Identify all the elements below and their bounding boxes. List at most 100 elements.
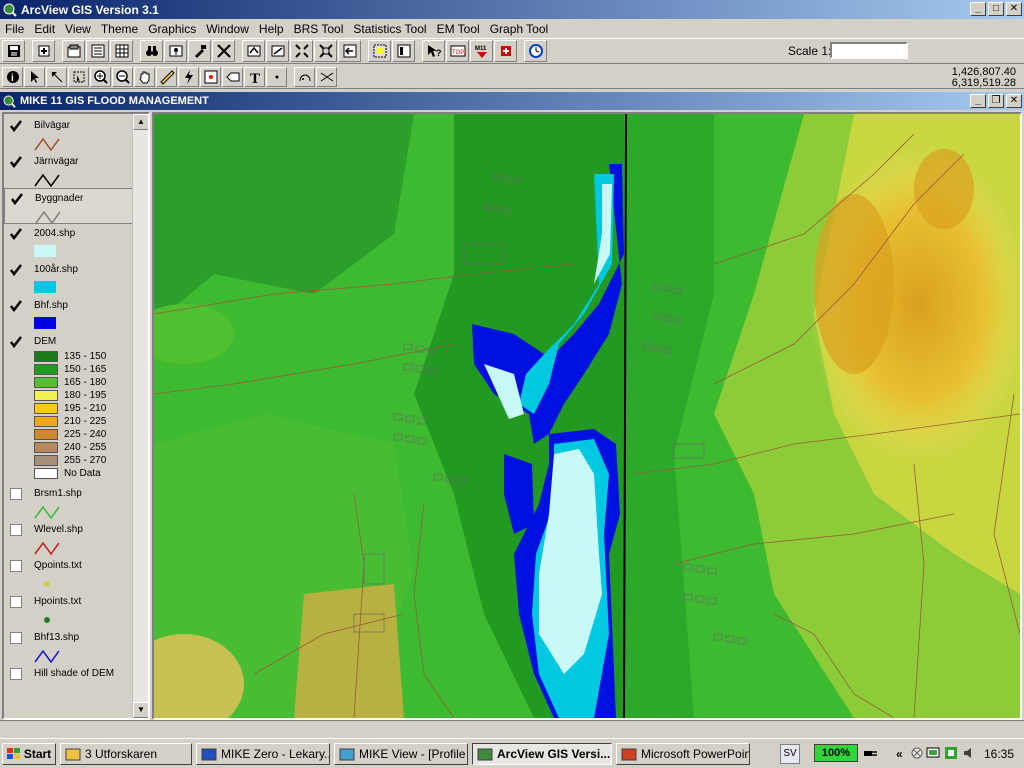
- text-tool[interactable]: T: [244, 66, 265, 87]
- start-button[interactable]: Start: [2, 742, 56, 765]
- clock-tool-button[interactable]: [524, 40, 547, 62]
- menu-brs-tool[interactable]: BRS Tool: [289, 22, 349, 36]
- legend-layer[interactable]: 100år.shp: [4, 260, 134, 296]
- draw-point-tool[interactable]: [266, 66, 287, 87]
- menu-theme[interactable]: Theme: [96, 22, 143, 36]
- tray-clock[interactable]: 16:35: [984, 747, 1014, 761]
- taskbar-button[interactable]: Microsoft PowerPoin...: [616, 742, 750, 765]
- zoom-out-tool[interactable]: [112, 66, 133, 87]
- add-theme-button[interactable]: [32, 40, 55, 62]
- tray-display-icon[interactable]: [926, 746, 940, 760]
- pointer-tool[interactable]: [24, 66, 45, 87]
- mike11-add-button[interactable]: [494, 40, 517, 62]
- taskbar-button[interactable]: MIKE View - [Profile ...: [334, 742, 468, 765]
- menu-help[interactable]: Help: [254, 22, 289, 36]
- save-project-button[interactable]: [2, 40, 25, 62]
- topo-tool-button[interactable]: TOPO: [446, 40, 469, 62]
- tray-app-icon[interactable]: [944, 746, 958, 760]
- vertex-edit-tool[interactable]: [46, 66, 67, 87]
- taskbar-button[interactable]: ArcView GIS Versi...: [472, 742, 612, 765]
- edit-legend-button[interactable]: [86, 40, 109, 62]
- zoom-in-tool[interactable]: [90, 66, 111, 87]
- label-tool[interactable]: [222, 66, 243, 87]
- menu-window[interactable]: Window: [201, 22, 254, 36]
- zoom-to-selected-button[interactable]: [266, 40, 289, 62]
- mike11-link-button[interactable]: M11: [470, 40, 493, 62]
- zoom-out-fixed-button[interactable]: [314, 40, 337, 62]
- layer-checkbox[interactable]: [10, 524, 22, 536]
- measure-tool[interactable]: [156, 66, 177, 87]
- layer-checkbox-checked[interactable]: [10, 300, 22, 312]
- layer-checkbox[interactable]: [10, 488, 22, 500]
- menu-file[interactable]: File: [0, 22, 29, 36]
- view-close-button[interactable]: ✕: [1006, 94, 1022, 108]
- show-hidden-icons-chevron[interactable]: «: [896, 747, 903, 761]
- menu-em-tool[interactable]: EM Tool: [432, 22, 485, 36]
- locate-address-button[interactable]: [164, 40, 187, 62]
- battery-indicator[interactable]: 100%: [814, 744, 858, 762]
- legend-scrollbar[interactable]: ▲ ▼: [132, 114, 148, 718]
- legend-layer[interactable]: Hill shade of DEM: [4, 664, 134, 686]
- zoom-in-fixed-button[interactable]: [290, 40, 313, 62]
- zoom-to-full-extent-button[interactable]: [212, 40, 235, 62]
- legend-layer[interactable]: Järnvägar: [4, 152, 134, 188]
- layer-checkbox-checked[interactable]: [10, 228, 22, 240]
- area-of-interest-tool[interactable]: [200, 66, 221, 87]
- legend-layer[interactable]: Brsm1.shp: [4, 484, 134, 520]
- legend-layer[interactable]: Bilvägar: [4, 116, 134, 152]
- map-display[interactable]: [152, 112, 1022, 720]
- theme-properties-button[interactable]: [62, 40, 85, 62]
- scroll-down-arrow[interactable]: ▼: [133, 702, 148, 718]
- query-builder-button[interactable]: [188, 40, 211, 62]
- select-features-button[interactable]: [368, 40, 391, 62]
- legend-layer[interactable]: Wlevel.shp: [4, 520, 134, 556]
- legend-layer[interactable]: Qpoints.txt: [4, 556, 134, 592]
- tray-volume-icon[interactable]: [962, 746, 976, 760]
- layer-checkbox[interactable]: [10, 668, 22, 680]
- zoom-to-themes-button[interactable]: [242, 40, 265, 62]
- legend-layer[interactable]: Bhf13.shp: [4, 628, 134, 664]
- layer-checkbox-checked[interactable]: [11, 193, 23, 205]
- legend-layer[interactable]: Hpoints.txt: [4, 592, 134, 628]
- layer-checkbox[interactable]: [10, 632, 22, 644]
- legend-layer[interactable]: 2004.shp: [4, 224, 134, 260]
- menu-graphics[interactable]: Graphics: [143, 22, 201, 36]
- layer-checkbox-checked[interactable]: [10, 264, 22, 276]
- menu-statistics-tool[interactable]: Statistics Tool: [348, 22, 431, 36]
- scale-input[interactable]: [830, 42, 908, 59]
- power-plug-icon[interactable]: [862, 745, 880, 761]
- hotlink-tool[interactable]: [178, 66, 199, 87]
- tray-network-icon[interactable]: [910, 746, 924, 760]
- identify-tool[interactable]: i: [2, 66, 23, 87]
- help-button[interactable]: ?: [422, 40, 445, 62]
- layer-checkbox-checked[interactable]: [10, 120, 22, 132]
- clear-selection-button[interactable]: [392, 40, 415, 62]
- menu-graph-tool[interactable]: Graph Tool: [485, 22, 553, 36]
- minimize-button[interactable]: _: [970, 2, 986, 16]
- custom-tool-b[interactable]: [316, 66, 337, 87]
- find-binoculars-button[interactable]: [140, 40, 163, 62]
- taskbar-button[interactable]: MIKE Zero - Lekary...: [196, 742, 330, 765]
- scroll-up-arrow[interactable]: ▲: [133, 114, 148, 130]
- view-minimize-button[interactable]: _: [970, 94, 986, 108]
- taskbar-button[interactable]: 3 Utforskaren: [60, 742, 192, 765]
- map-canvas[interactable]: [154, 114, 1020, 718]
- maximize-button[interactable]: □: [988, 2, 1004, 16]
- view-restore-button[interactable]: ❐: [988, 94, 1004, 108]
- legend-layer[interactable]: Byggnader: [4, 188, 134, 225]
- legend-layer[interactable]: DEM 135 - 150 150 - 165 165 - 180 180 - 195 1…: [4, 332, 134, 484]
- custom-tool-a[interactable]: [294, 66, 315, 87]
- layer-checkbox[interactable]: [10, 560, 22, 572]
- legend-layer[interactable]: Bhf.shp: [4, 296, 134, 332]
- layer-checkbox-checked[interactable]: [10, 156, 22, 168]
- layer-checkbox[interactable]: [10, 596, 22, 608]
- open-theme-table-button[interactable]: [110, 40, 133, 62]
- menu-view[interactable]: View: [60, 22, 96, 36]
- close-button[interactable]: ✕: [1006, 2, 1022, 16]
- menu-edit[interactable]: Edit: [29, 22, 60, 36]
- layer-checkbox-checked[interactable]: [10, 336, 22, 348]
- select-feature-tool[interactable]: [68, 66, 89, 87]
- zoom-previous-button[interactable]: [338, 40, 361, 62]
- language-indicator[interactable]: SV: [780, 744, 800, 764]
- pan-hand-tool[interactable]: [134, 66, 155, 87]
